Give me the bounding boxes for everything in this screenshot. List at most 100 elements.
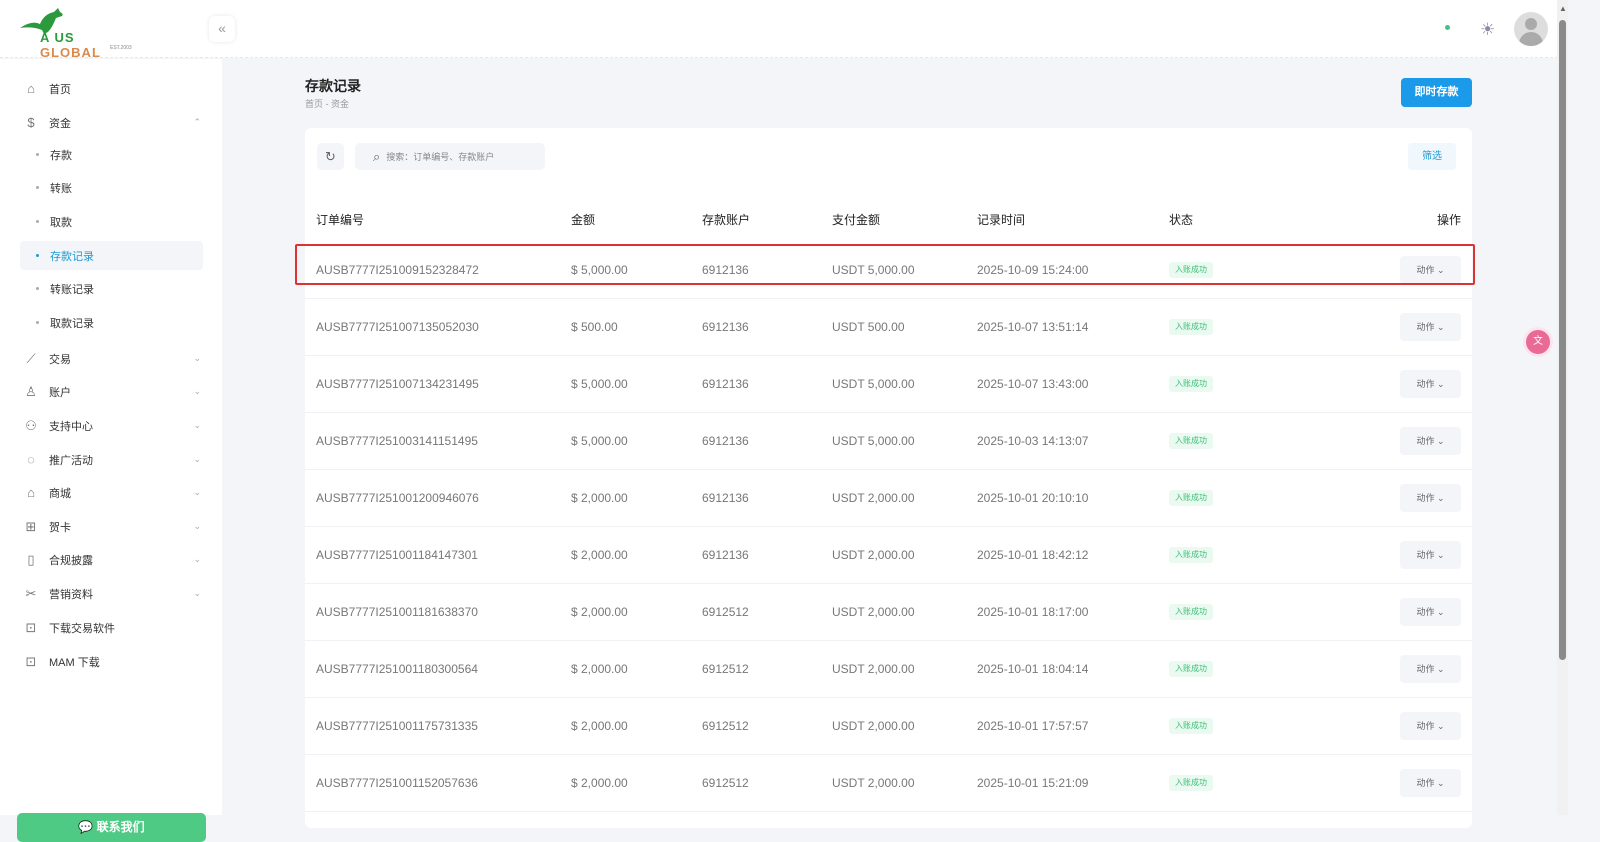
filter-button[interactable]: 筛选 [1408,143,1456,170]
sidebar-item-17[interactable]: ⊡ MAM 下载 [20,647,203,676]
cell-account: 6912136 [702,263,749,277]
cell-time: 2025-10-01 17:57:57 [977,719,1089,733]
cell-time: 2025-10-01 18:17:00 [977,605,1089,619]
page-title: 存款记录 [305,78,361,94]
sidebar-item-2[interactable]: 存款 [20,140,203,169]
breadcrumb[interactable]: 首页 - 资金 [305,97,349,110]
table-row: AUSB7777I251003141151495 $ 5,000.00 691213… [305,413,1472,470]
bullet-icon [36,321,39,324]
table-row: AUSB7777I251001181638370 $ 2,000.00 691251… [305,584,1472,641]
chevron-down-icon: ⌄ [193,386,201,396]
action-dropdown-button[interactable]: 动作 ⌄ [1400,541,1461,569]
theme-toggle-sun-icon[interactable]: ☀ [1480,20,1495,40]
action-dropdown-button[interactable]: 动作 ⌄ [1400,313,1461,341]
table-row: AUSB7777I251009152328472 $ 5,000.00 691213… [305,242,1472,299]
bullet-icon [36,186,39,189]
sidebar-item-label: 推广活动 [49,454,93,467]
sidebar-item-3[interactable]: 转账 [20,173,203,202]
cell-paid: USDT 2,000.00 [832,776,915,790]
cell-paid: USDT 2,000.00 [832,719,915,733]
status-dot [1445,25,1450,30]
sidebar-item-4[interactable]: 取款 [20,207,203,236]
status-badge: 入账成功 [1169,547,1213,563]
top-header: A US GLOBAL EST.2003 « ☀ [0,0,1568,60]
cell-amount: $ 500.00 [571,320,618,334]
action-dropdown-button[interactable]: 动作 ⌄ [1400,712,1461,740]
sidebar-item-13[interactable]: ⊞ 贺卡 ⌄ [20,512,203,541]
action-dropdown-button[interactable]: 动作 ⌄ [1400,598,1461,626]
avatar[interactable] [1514,12,1548,46]
download-icon: ⊡ [25,619,37,635]
cell-amount: $ 2,000.00 [571,491,628,505]
sidebar-item-14[interactable]: ▯ 合规披露 ⌄ [20,545,203,574]
sidebar-item-12[interactable]: ⌂ 商城 ⌄ [20,478,203,507]
sidebar-item-label: 下载交易软件 [49,622,115,635]
action-dropdown-button[interactable]: 动作 ⌄ [1400,655,1461,683]
promo-icon: ◌ [27,452,35,467]
status-badge: 入账成功 [1169,661,1213,677]
scroll-up-icon[interactable]: ▲ [1559,4,1567,13]
chevron-down-icon: ⌄ [193,487,201,497]
table-row: AUSB7777I251001200946076 $ 2,000.00 691213… [305,470,1472,527]
sidebar-item-8[interactable]: ⟋ 交易 ⌄ [20,344,203,373]
sidebar: ⌂ 首页 $ 资金 ⌃ 存款 转账 取款 存款记录 转账记录 取款记录 ⟋ 交易 ⌄ ♙ 账户 ⌄ ⚇ 支持中心 ⌄ ◌… [0,59,222,842]
chevron-down-icon: ⌄ [1436,379,1445,389]
sidebar-item-6[interactable]: 转账记录 [20,274,203,303]
sidebar-item-16[interactable]: ⊡ 下载交易软件 [20,613,203,642]
table-row: AUSB7777I251007134231495 $ 5,000.00 691213… [305,356,1472,413]
action-dropdown-button[interactable]: 动作 ⌄ [1400,370,1461,398]
collapse-sidebar-button[interactable]: « [209,16,235,42]
cell-paid: USDT 500.00 [832,320,905,334]
cell-time: 2025-10-01 18:42:12 [977,548,1089,562]
instant-deposit-button[interactable]: 即时存款 [1401,78,1472,107]
sidebar-item-label: 存款 [50,149,72,162]
cell-amount: $ 2,000.00 [571,605,628,619]
sidebar-item-1[interactable]: $ 资金 ⌃ [20,108,203,137]
translate-float-icon[interactable]: 文 [1526,330,1550,354]
cell-account: 6912512 [702,776,749,790]
cell-order: AUSB7777I251009152328472 [316,263,479,277]
user-icon: ♙ [25,383,37,399]
action-dropdown-button[interactable]: 动作 ⌄ [1400,427,1461,455]
bullet-icon [36,153,39,156]
search-input[interactable]: ⌕ 搜索：订单编号、存款账户 [355,143,545,170]
column-header-0: 订单编号 [316,213,365,227]
chevron-down-icon: ⌄ [1436,607,1445,617]
column-header-2: 存款账户 [702,213,751,227]
status-badge: 入账成功 [1169,262,1213,278]
bullet-icon [36,287,39,290]
cell-amount: $ 2,000.00 [571,719,628,733]
refresh-button[interactable]: ↻ [317,143,344,170]
scrollbar-thumb[interactable] [1559,20,1566,660]
table-row: AUSB7777I251001180300564 $ 2,000.00 691251… [305,641,1472,698]
cell-time: 2025-10-01 18:04:14 [977,662,1089,676]
sidebar-item-10[interactable]: ⚇ 支持中心 ⌄ [20,411,203,440]
logo[interactable]: A US GLOBAL EST.2003 [18,8,138,60]
chevron-down-icon: ⌄ [1436,664,1445,674]
cell-order: AUSB7777I251007134231495 [316,377,479,391]
column-header-4: 记录时间 [977,213,1026,227]
cell-amount: $ 2,000.00 [571,662,628,676]
cell-order: AUSB7777I251007135052030 [316,320,479,334]
action-dropdown-button[interactable]: 动作 ⌄ [1400,256,1461,284]
cell-order: AUSB7777I251001184147301 [316,548,478,562]
action-dropdown-button[interactable]: 动作 ⌄ [1400,769,1461,797]
sidebar-item-9[interactable]: ♙ 账户 ⌄ [20,377,203,406]
sidebar-item-15[interactable]: ✂ 营销资料 ⌄ [20,579,203,608]
status-badge: 入账成功 [1169,718,1213,734]
action-dropdown-button[interactable]: 动作 ⌄ [1400,484,1461,512]
chevron-down-icon: ⌄ [193,420,201,430]
sidebar-item-7[interactable]: 取款记录 [20,308,203,337]
sidebar-item-0[interactable]: ⌂ 首页 [20,74,203,103]
chevron-down-icon: ⌄ [193,353,201,363]
scrollbar[interactable]: ▲ [1557,0,1568,815]
status-badge: 入账成功 [1169,775,1213,791]
table-row: AUSB7777I251007135052030 $ 500.00 6912136 U… [305,299,1472,356]
contact-us-button[interactable]: 💬 联系我们 [17,813,206,842]
sidebar-item-label: 支持中心 [49,420,93,433]
sidebar-item-11[interactable]: ◌ 推广活动 ⌄ [20,445,203,474]
sidebar-item-label: 取款 [50,216,72,229]
sidebar-item-5[interactable]: 存款记录 [20,241,203,270]
cell-amount: $ 5,000.00 [571,434,628,448]
cell-time: 2025-10-01 15:21:09 [977,776,1089,790]
